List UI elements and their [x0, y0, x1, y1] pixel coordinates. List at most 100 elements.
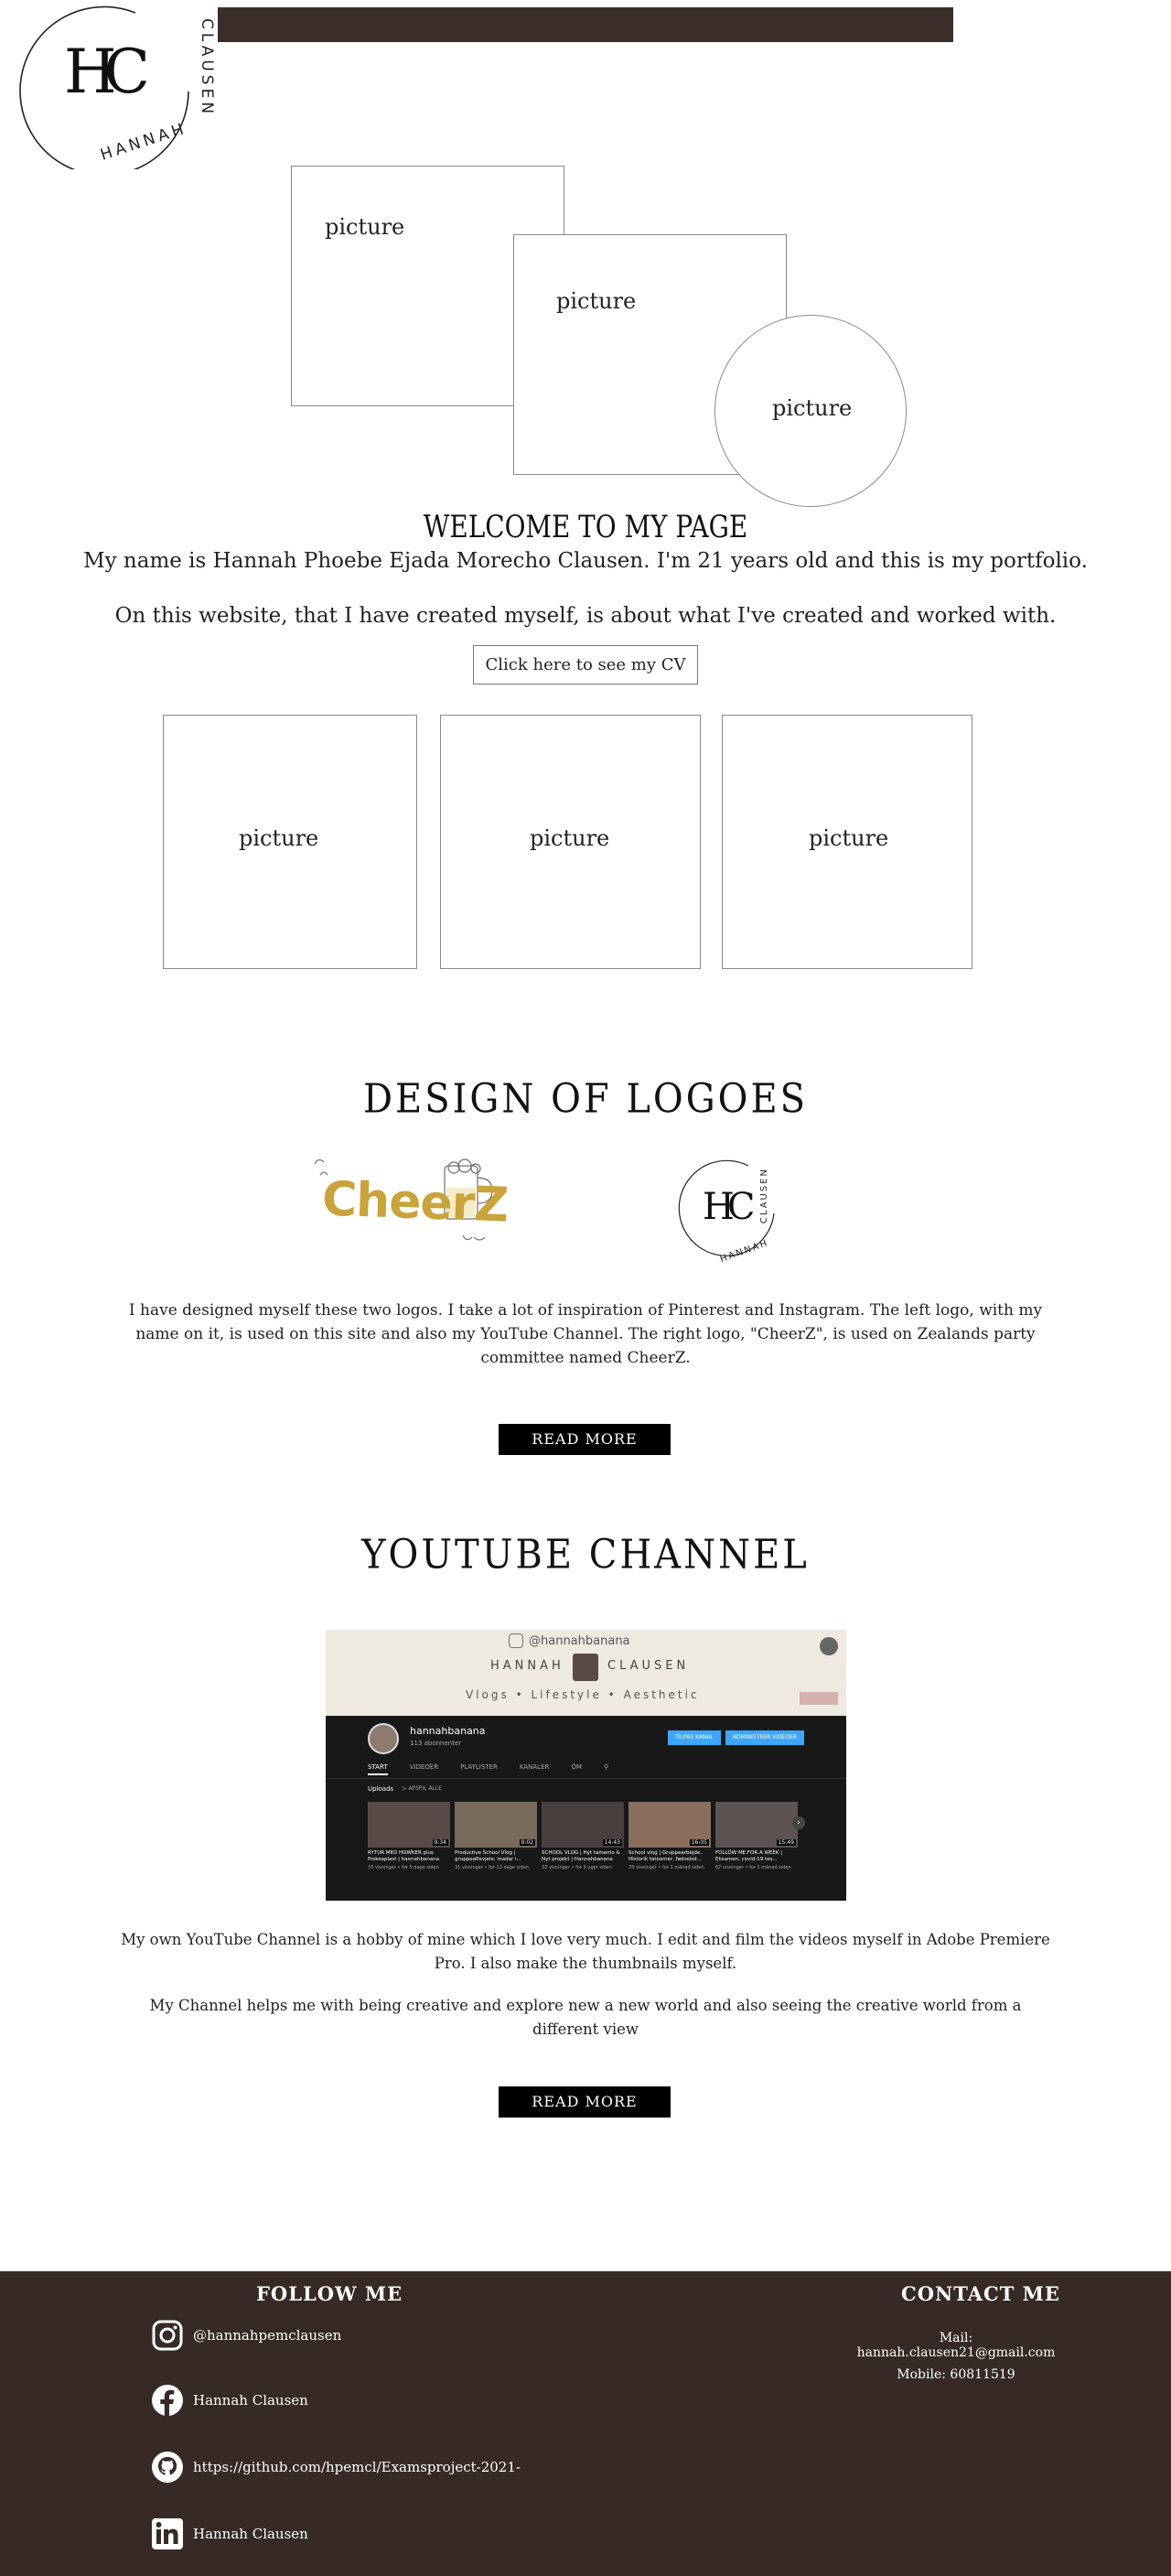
yt-banner-left: HANNAH [490, 1659, 564, 1673]
yt-video-title: FOLLOW ME FOR A WEEK | Eksamen, covid-19… [715, 1850, 783, 1862]
yt-tab-videos[interactable]: VIDEOER [410, 1763, 438, 1775]
yt-video-duration: 16:05 [689, 1839, 709, 1846]
yt-video-title: Productive School Vlog | gruppeaflevjele… [455, 1850, 521, 1862]
cheerz-logo-text: CheerZ [321, 1171, 510, 1234]
hc-logo-monogram: HC [703, 1186, 755, 1228]
yt-video-title: RYTUR MED HOWKER plus Frokeaplast | hann… [368, 1850, 440, 1862]
logos-description: I have designed myself these two logos. … [128, 1301, 1043, 1367]
picture-placeholder: picture [325, 214, 405, 240]
yt-video-card[interactable]: 15:49 FOLLOW ME FOR A WEEK | Eksamen, cov… [715, 1802, 798, 1870]
yt-banner-badge [800, 1692, 838, 1705]
github-link[interactable]: https://github.com/hpemcl/Examsproject-2… [151, 2451, 521, 2484]
picture-placeholder: picture [239, 825, 319, 851]
hero-picture-3: picture [714, 315, 907, 507]
youtube-description-1: My own YouTube Channel is a hobby of min… [121, 1931, 1050, 1972]
picture-placeholder: picture [556, 288, 637, 314]
hc-logo: HC CLAUSEN HANNAH [675, 1155, 785, 1265]
site-logo[interactable]: HC CLAUSEN HANNAH [16, 0, 216, 177]
yt-video-card[interactable]: 14:43 SCHOOL VLOG | Hyt tamemo & Nyt proj… [542, 1802, 624, 1870]
yt-avatar [368, 1723, 399, 1754]
picture-placeholder: picture [772, 395, 853, 421]
yt-video-thumbnail: 9:02 [455, 1802, 537, 1848]
yt-video-meta: 78 visninger • for 1 måned siden [628, 1865, 704, 1870]
welcome-title: WELCOME TO MY PAGE [423, 509, 748, 545]
yt-tab-channels[interactable]: KANALER [520, 1763, 549, 1775]
yt-video-thumbnail: 16:05 [628, 1802, 711, 1848]
linkedin-name: Hannah Clausen [193, 2526, 308, 2542]
logo-monogram: HC [64, 37, 150, 107]
instagram-handle: @hannahpemclausen [193, 2327, 342, 2344]
yt-banner-right: CLAUSEN [607, 1659, 690, 1673]
cheerz-logo: CheerZ [307, 1155, 509, 1256]
logos-section-title: DESIGN OF LOGOES [362, 1075, 809, 1123]
yt-subscribers: 113 abonnenter [410, 1740, 462, 1747]
gallery-picture-3: picture [722, 715, 972, 969]
yt-tab-about[interactable]: OM [571, 1763, 582, 1775]
yt-video-card[interactable]: 9:02 Productive School Vlog | gruppeaflev… [455, 1802, 537, 1870]
yt-manage-button[interactable]: ADMINISTRER VIDEOER [725, 1730, 804, 1745]
facebook-icon [152, 2385, 183, 2417]
site-title-bar: HANNAH P. E. M. CLAUSEN [218, 7, 953, 69]
yt-uploads-label: Uploads [368, 1785, 394, 1793]
yt-play-all-label: AFSPIL ALLE [408, 1785, 443, 1792]
contact-mobile: Mobile: 60811519 [897, 2367, 1015, 2382]
youtube-read-more-button[interactable]: READ MORE [499, 2086, 671, 2118]
yt-tab-playlists[interactable]: PLAYLISTER [460, 1763, 498, 1775]
yt-play-all[interactable]: ▷ AFSPIL ALLE [403, 1785, 442, 1792]
yt-video-meta: 33 visninger • for 5 dage siden [368, 1865, 439, 1870]
github-icon [152, 2452, 183, 2483]
youtube-channel-screenshot: @hannahbanana HANNAH CLAUSEN Vlogs • Lif… [326, 1630, 846, 1901]
yt-handle: @hannahbanana [509, 1633, 630, 1648]
facebook-link[interactable]: Hannah Clausen [151, 2384, 308, 2417]
yt-video-row: 9:34 RYTUR MED HOWKER plus Frokeaplast | … [368, 1802, 807, 1893]
linkedin-link[interactable]: Hannah Clausen [151, 2517, 308, 2550]
yt-video-meta: 31 visninger • for 13 dage siden [455, 1865, 529, 1870]
yt-tagline: Vlogs • Lifestyle • Aesthetic [466, 1688, 700, 1701]
gallery-picture-2: picture [440, 715, 701, 969]
instagram-link[interactable]: @hannahpemclausen [151, 2319, 341, 2352]
picture-placeholder: picture [809, 825, 889, 851]
yt-video-title: SCHOOL VLOG | Hyt tamemo & Nyt projekt |… [542, 1850, 620, 1862]
yt-video-duration: 9:34 [432, 1839, 448, 1846]
yt-video-card[interactable]: 9:34 RYTUR MED HOWKER plus Frokeaplast | … [368, 1802, 450, 1870]
yt-banner-edit-icon[interactable] [820, 1637, 838, 1655]
hc-logo-ring-right: CLAUSEN [759, 1168, 769, 1224]
facebook-name: Hannah Clausen [193, 2392, 308, 2409]
site-title: HANNAH P. E. M. CLAUSEN [381, 49, 812, 69]
yt-video-duration: 9:02 [519, 1839, 535, 1846]
yt-video-duration: 15:49 [776, 1839, 796, 1846]
yt-video-thumbnail: 14:43 [542, 1802, 624, 1848]
yt-tab-start[interactable]: START [368, 1763, 388, 1775]
yt-video-thumbnail: 15:49 [715, 1802, 798, 1848]
gallery-picture-1: picture [163, 715, 417, 969]
play-icon: ▷ [403, 1785, 407, 1792]
follow-me-title: FOLLOW ME [256, 2282, 403, 2305]
yt-video-duration: 14:43 [602, 1839, 622, 1846]
yt-next-arrow-icon[interactable]: › [792, 1816, 805, 1829]
yt-video-meta: 33 visninger • for 3 uger siden [542, 1865, 612, 1870]
yt-tabs: START VIDEOER PLAYLISTER KANALER OM ⚲ [368, 1763, 608, 1775]
yt-video-title: School vlog | Gruppearbejde, Historik ta… [628, 1850, 703, 1862]
yt-banner: @hannahbanana HANNAH CLAUSEN Vlogs • Lif… [326, 1630, 846, 1716]
yt-video-thumbnail: 9:34 [368, 1802, 450, 1848]
cv-button[interactable]: Click here to see my CV [473, 645, 698, 684]
yt-customize-button[interactable]: TILPAS KANAL [668, 1730, 721, 1745]
picture-placeholder: picture [530, 825, 610, 851]
instagram-icon [152, 2320, 183, 2351]
instagram-icon [509, 1633, 523, 1648]
welcome-intro: My name is Hannah Phoebe Ejada Morecho C… [83, 549, 1088, 573]
contact-mail[interactable]: Mail: hannah.clausen21@gmail.com [851, 2331, 1061, 2360]
yt-handle-text: @hannahbanana [529, 1633, 630, 1648]
yt-search-icon[interactable]: ⚲ [604, 1763, 608, 1775]
contact-me-title: CONTACT ME [901, 2282, 1060, 2305]
github-url: https://github.com/hpemcl/Examsproject-2… [193, 2459, 521, 2475]
youtube-section-title: YOUTUBE CHANNEL [361, 1531, 810, 1579]
site-footer: FOLLOW ME @hannahpemclausen Hannah Claus… [0, 2271, 1171, 2576]
yt-banner-photo [573, 1654, 598, 1681]
logos-read-more-button[interactable]: READ MORE [499, 1424, 671, 1455]
yt-video-meta: 67 visninger • for 1 måned siden [715, 1865, 791, 1870]
yt-video-card[interactable]: 16:05 School vlog | Gruppearbejde, Histor… [628, 1802, 711, 1870]
yt-channel-name: hannahbanana [410, 1725, 486, 1737]
logo-ring-text-right: CLAUSEN [198, 18, 216, 118]
yt-tabs-divider [326, 1778, 846, 1779]
